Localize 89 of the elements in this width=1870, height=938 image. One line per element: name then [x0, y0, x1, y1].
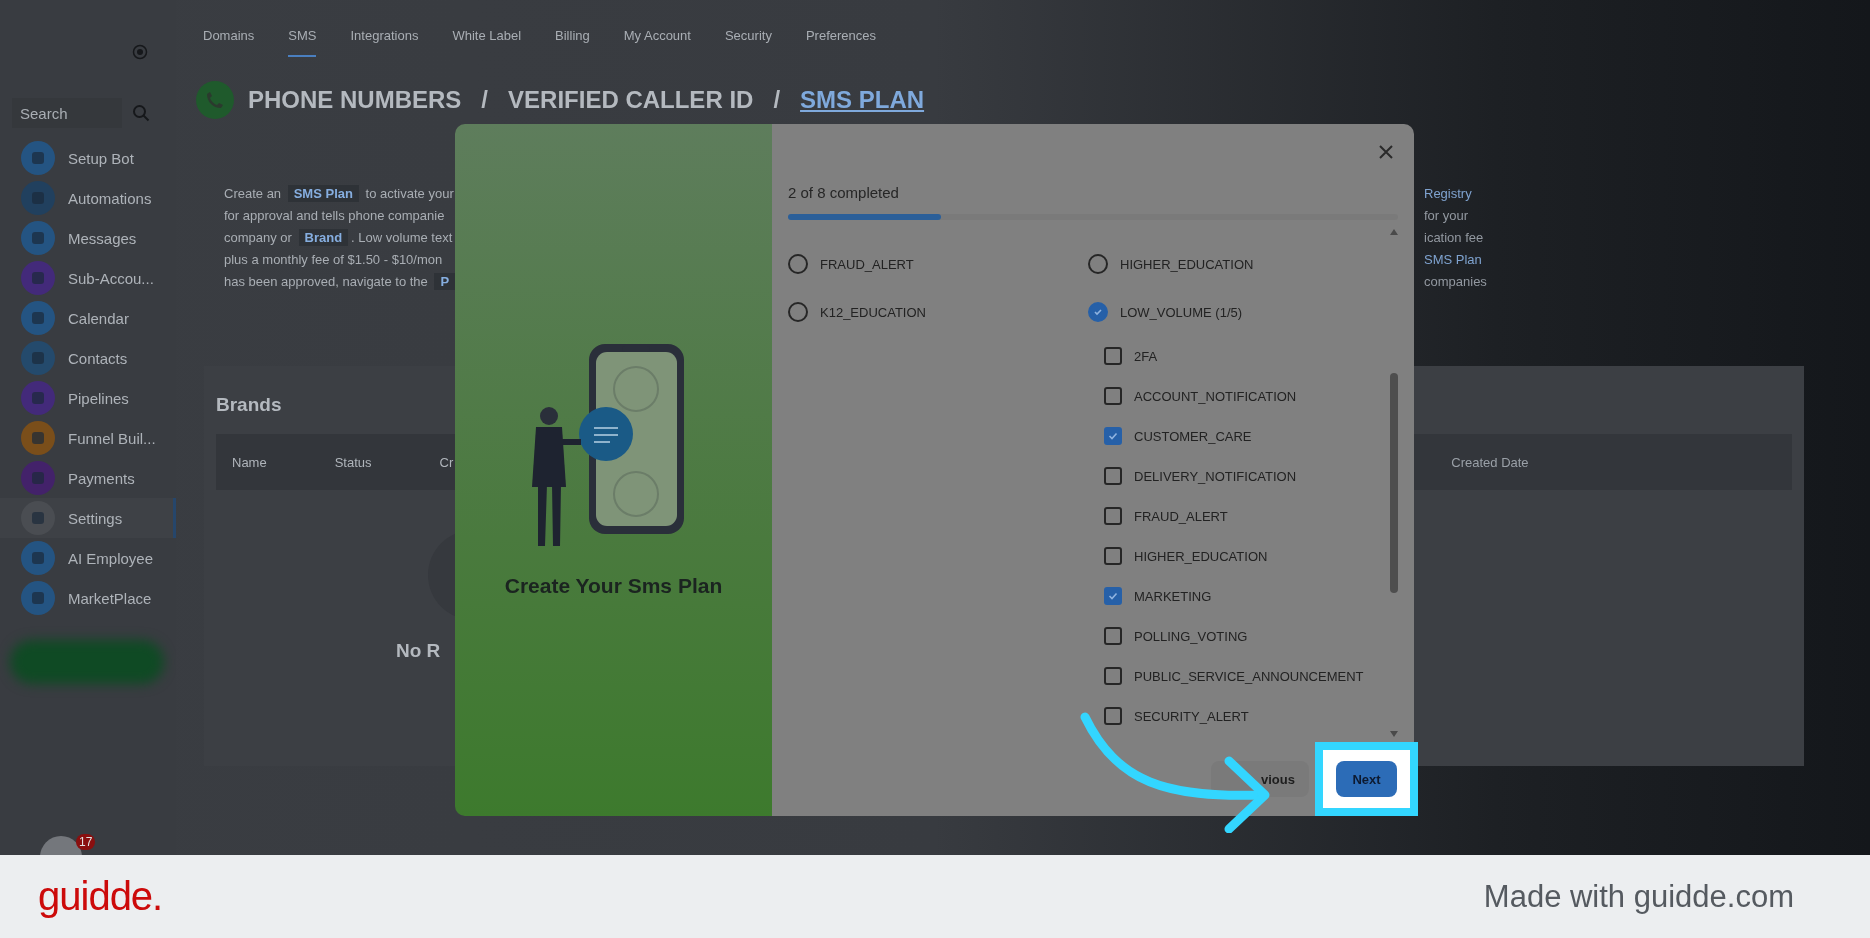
sidebar-item[interactable]: Sub-Accou...: [0, 258, 176, 298]
phone-icon: [196, 81, 234, 119]
nav-tab[interactable]: White Label: [452, 28, 522, 57]
sidebar-item[interactable]: Settings: [0, 498, 176, 538]
radio-button[interactable]: [1088, 254, 1108, 274]
description-text: for your: [1424, 207, 1470, 224]
check-icon: [1093, 307, 1103, 317]
description-text: company or: [224, 230, 293, 245]
radio-option[interactable]: LOW_VOLUME (1/5): [1088, 288, 1388, 336]
sidebar-item[interactable]: Messages: [0, 218, 176, 258]
nav-tab[interactable]: SMS: [288, 28, 317, 57]
nav-tab[interactable]: Billing: [555, 28, 590, 57]
logo: guidde.: [38, 874, 163, 919]
breadcrumb-separator: /: [480, 86, 490, 114]
check-icon: [1107, 430, 1119, 442]
panel-title: Create Your Sms Plan: [504, 574, 723, 598]
sidebar-item[interactable]: Pipelines: [0, 378, 176, 418]
description-text: Registry: [1424, 185, 1473, 202]
checkbox[interactable]: [1104, 427, 1122, 445]
checkbox[interactable]: [1104, 627, 1122, 645]
sidebar-item[interactable]: Setup Bot: [0, 138, 176, 178]
checkbox[interactable]: [1104, 667, 1122, 685]
column-header: Cr: [439, 454, 454, 470]
section-title: Brands: [216, 394, 282, 416]
description-text: to activate your: [364, 186, 454, 201]
description-text: plus a monthly fee of $1.50 - $10/mon: [224, 252, 443, 267]
scroll-down-icon[interactable]: [1389, 730, 1399, 738]
nav-tab[interactable]: Preferences: [805, 28, 876, 57]
radio-button[interactable]: [788, 254, 808, 274]
description-text: for approval and tells phone companie: [224, 208, 445, 223]
nav-tab[interactable]: Domains: [203, 28, 255, 57]
sidebar-item[interactable]: Automations: [0, 178, 176, 218]
checkbox-option[interactable]: 2FA: [1088, 336, 1158, 376]
breadcrumb-item: VERIFIED CALLER ID: [508, 86, 754, 114]
checkbox-option[interactable]: CUSTOMER_CARE: [1088, 416, 1252, 456]
radio-option[interactable]: HIGHER_EDUCATION: [1088, 240, 1388, 288]
nav-tab[interactable]: Security: [724, 28, 772, 57]
close-icon[interactable]: [1378, 144, 1394, 160]
description-text: has been approved, navigate to the: [224, 274, 429, 289]
inline-tag: SMS Plan: [287, 185, 359, 202]
description-text: SMS Plan: [1424, 251, 1483, 268]
description-text: Create an: [224, 186, 283, 201]
radio-option[interactable]: FRAUD_ALERT: [788, 240, 1088, 288]
checkbox-option[interactable]: SECURITY_ALERT: [1088, 696, 1249, 736]
sidebar-item[interactable]: Payments: [0, 458, 176, 498]
sidebar-item[interactable]: Funnel Buil...: [0, 418, 176, 458]
scroll-up-icon[interactable]: [1389, 228, 1399, 236]
checkbox[interactable]: [1104, 547, 1122, 565]
checkbox[interactable]: [1104, 707, 1122, 725]
checkbox-option[interactable]: POLLING_VOTING: [1088, 616, 1248, 656]
scrollbar[interactable]: [1388, 228, 1400, 738]
checkbox-option[interactable]: HIGHER_EDUCATION: [1088, 536, 1268, 576]
checkbox-option[interactable]: MARKETING: [1088, 576, 1212, 616]
radio-button[interactable]: [1088, 302, 1108, 322]
description-text: ication fee: [1424, 229, 1485, 246]
checkbox[interactable]: [1104, 587, 1122, 605]
checkbox[interactable]: [1104, 467, 1122, 485]
checkbox[interactable]: [1104, 347, 1122, 365]
inline-tag: P: [434, 273, 456, 290]
checkbox-option[interactable]: ACCOUNT_NOTIFICATION: [1088, 376, 1297, 416]
radio-button[interactable]: [788, 302, 808, 322]
description-text: companies: [1424, 273, 1487, 290]
breadcrumb-link[interactable]: SMS PLAN: [800, 86, 925, 114]
empty-state-text: No R: [396, 640, 441, 662]
column-header: Name: [232, 454, 267, 470]
nav-tab[interactable]: My Account: [623, 28, 691, 57]
nav-tab[interactable]: Integrations: [350, 28, 419, 57]
footer-text: Made with guidde.com: [1483, 878, 1794, 915]
search-field[interactable]: Search: [12, 98, 122, 128]
checkbox-option[interactable]: DELIVERY_NOTIFICATION: [1088, 456, 1297, 496]
check-icon: [1107, 590, 1119, 602]
sidebar-item[interactable]: Calendar: [0, 298, 176, 338]
sidebar-item[interactable]: AI Employee: [0, 538, 176, 578]
column-header: Created Date: [1451, 454, 1529, 470]
breadcrumb-item: PHONE NUMBERS: [248, 86, 462, 114]
column-header: Status: [334, 454, 372, 470]
sidebar-item[interactable]: Contacts: [0, 338, 176, 378]
notification-badge: 17: [76, 834, 96, 850]
checkbox-option[interactable]: FRAUD_ALERT: [1088, 496, 1228, 536]
inline-tag: Brand: [298, 229, 349, 246]
radio-option[interactable]: K12_EDUCATION: [788, 288, 1088, 336]
checkbox[interactable]: [1104, 507, 1122, 525]
next-button[interactable]: Next: [1336, 761, 1397, 797]
checkbox-option[interactable]: PUBLIC_SERVICE_ANNOUNCEMENT: [1088, 656, 1364, 696]
checkbox[interactable]: [1104, 387, 1122, 405]
description-text: . Low volume text: [351, 230, 453, 245]
sidebar-item[interactable]: MarketPlace: [0, 578, 176, 618]
breadcrumb-separator: /: [772, 86, 782, 114]
progress-text: 2 of 8 completed: [788, 184, 900, 201]
